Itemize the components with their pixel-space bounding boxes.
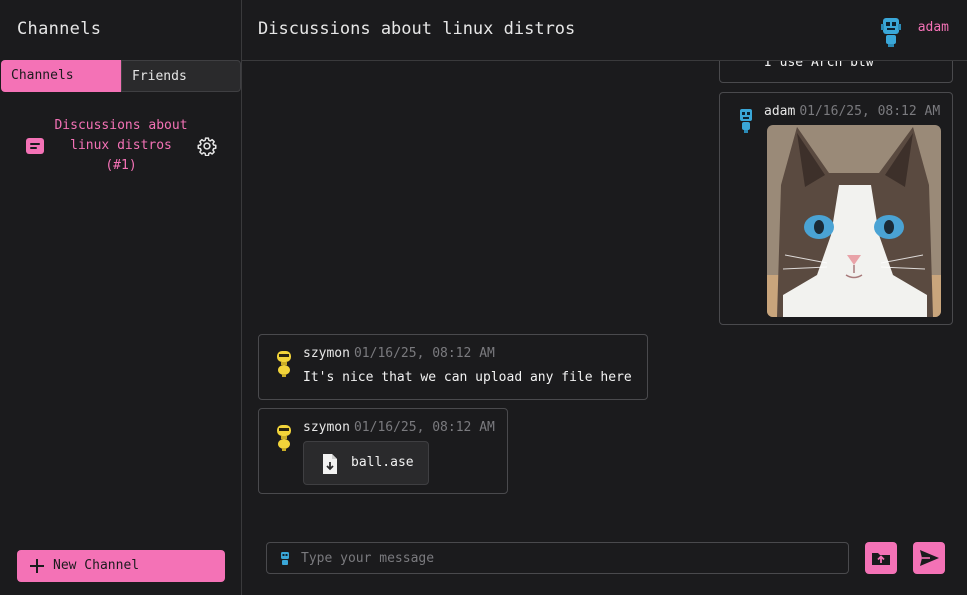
robot-avatar-yellow	[277, 425, 291, 451]
cat-image[interactable]	[767, 125, 941, 317]
file-download-icon	[323, 454, 337, 474]
message-szymon-text: szymon 01/16/25, 08:12 AM It's nice that …	[258, 334, 648, 400]
message-input[interactable]	[301, 543, 841, 573]
message-szymon-file: szymon 01/16/25, 08:12 AM ball.ase	[258, 408, 508, 494]
robot-avatar-blue	[740, 109, 752, 133]
robot-avatar-blue[interactable]	[878, 16, 904, 48]
message-time: 01/16/25, 08:12 AM	[353, 346, 495, 361]
new-channel-button[interactable]: New Channel	[17, 550, 225, 582]
message-text: It's nice that we can upload any file he…	[303, 370, 632, 385]
chat-main: I use Arch btw Discussions about linux d…	[242, 0, 967, 595]
sidebar: Channels Channels Friends Discussions ab…	[0, 0, 242, 595]
gear-icon[interactable]	[197, 136, 217, 156]
message-icon	[26, 138, 44, 154]
tab-friends[interactable]: Friends	[121, 60, 241, 92]
channel-title: Discussions about linux distros	[258, 19, 576, 39]
sidebar-title: Channels	[17, 19, 102, 39]
message-time: 01/16/25, 08:12 AM	[353, 420, 495, 435]
plus-icon	[30, 559, 44, 573]
file-attachment[interactable]: ball.ase	[303, 441, 429, 485]
upload-icon	[872, 553, 890, 565]
channel-id: (#1)	[105, 158, 137, 173]
channel-item[interactable]: Discussions about linux distros (#1)	[18, 116, 226, 176]
channel-name: Discussions about linux distros (#1)	[48, 116, 194, 176]
new-channel-label: New Channel	[53, 558, 140, 573]
message-header: szymon 01/16/25, 08:12 AM	[303, 346, 495, 361]
channel-name-text: Discussions about linux distros	[54, 118, 188, 153]
current-username[interactable]: adam	[918, 20, 949, 35]
sidebar-tabs: Channels Friends	[1, 60, 241, 92]
upload-button[interactable]	[865, 542, 897, 574]
message-composer	[266, 542, 849, 574]
message-time: 01/16/25, 08:12 AM	[799, 104, 941, 119]
send-button[interactable]	[913, 542, 945, 574]
robot-avatar-yellow	[277, 351, 291, 377]
chat-header: Discussions about linux distros adam	[242, 0, 967, 61]
send-icon	[920, 550, 939, 566]
message-header: szymon 01/16/25, 08:12 AM	[303, 420, 495, 435]
message-author: szymon	[303, 420, 350, 435]
message-author: szymon	[303, 346, 350, 361]
robot-avatar-blue	[281, 552, 289, 565]
message-header: adam 01/16/25, 08:12 AM	[764, 104, 940, 119]
message-adam-image: adam 01/16/25, 08:12 AM	[719, 92, 953, 325]
message-author: adam	[764, 104, 796, 119]
tab-channels[interactable]: Channels	[1, 60, 121, 92]
file-name: ball.ase	[351, 455, 414, 470]
